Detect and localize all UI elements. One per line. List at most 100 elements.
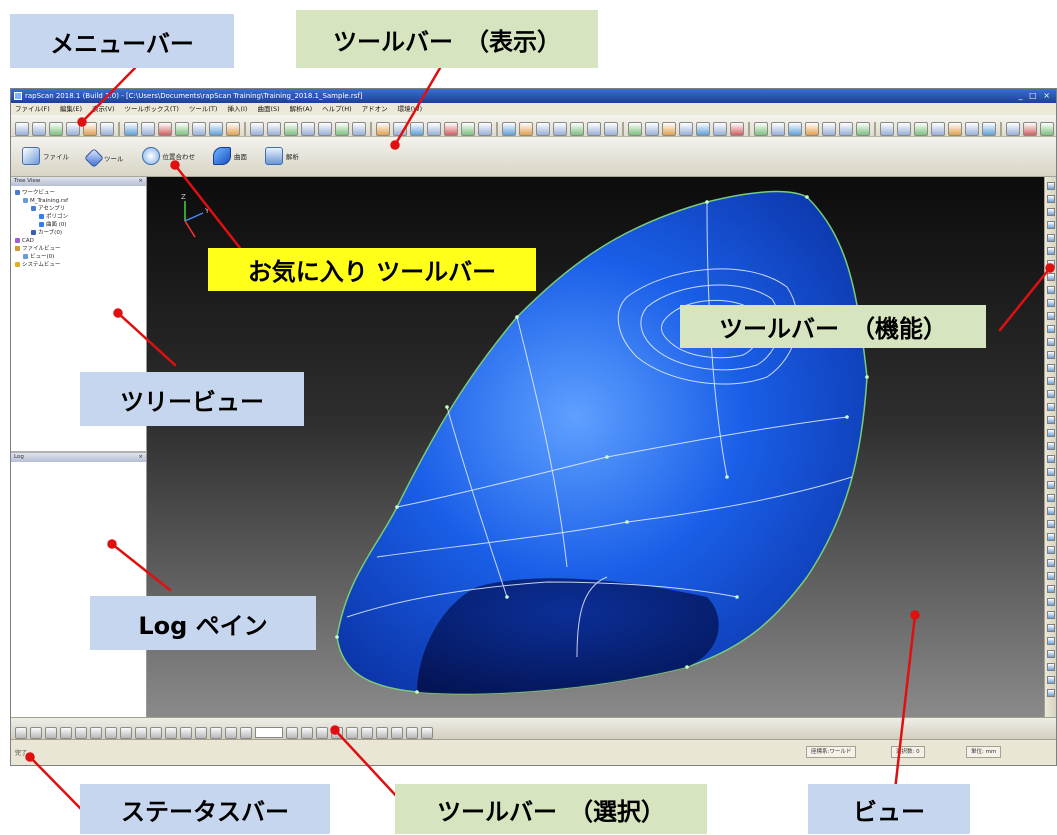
function-tool-icon[interactable] — [1046, 533, 1055, 541]
tree-item[interactable]: ポリゴン — [13, 213, 144, 221]
view-tool-icon[interactable] — [478, 121, 492, 136]
function-tool-icon[interactable] — [1046, 221, 1055, 229]
function-tool-icon[interactable] — [1046, 312, 1055, 320]
selection-tool-icon[interactable] — [286, 726, 298, 739]
close-icon[interactable]: × — [138, 453, 143, 462]
function-tool-icon[interactable] — [1046, 611, 1055, 619]
view-tool-icon[interactable] — [662, 121, 676, 136]
function-tool-icon[interactable] — [1046, 182, 1055, 190]
function-tool-icon[interactable] — [1046, 468, 1055, 476]
selection-tool-icon[interactable] — [30, 726, 42, 739]
function-tool-icon[interactable] — [1046, 416, 1055, 424]
function-tool-icon[interactable] — [1046, 247, 1055, 255]
function-tool-icon[interactable] — [1046, 598, 1055, 606]
selection-tool-icon[interactable] — [15, 726, 27, 739]
selection-tool-icon[interactable] — [45, 726, 57, 739]
view-tool-icon[interactable] — [124, 121, 138, 136]
function-tool-icon[interactable] — [1046, 299, 1055, 307]
function-tool-icon[interactable] — [1046, 338, 1055, 346]
function-tool-icon[interactable] — [1046, 325, 1055, 333]
function-tool-icon[interactable] — [1046, 234, 1055, 242]
view-tool-icon[interactable] — [570, 121, 584, 136]
tree-item[interactable]: カーブ(0) — [13, 229, 144, 237]
view-tool-icon[interactable] — [301, 121, 315, 136]
function-tool-icon[interactable] — [1046, 429, 1055, 437]
view-tool-icon[interactable] — [771, 121, 785, 136]
view-tool-icon[interactable] — [267, 121, 281, 136]
view-tool-icon[interactable] — [730, 121, 744, 136]
favorite-button[interactable]: 位置合わせ — [135, 143, 203, 169]
view-tool-icon[interactable] — [628, 121, 642, 136]
view-tool-icon[interactable] — [175, 121, 189, 136]
function-tool-icon[interactable] — [1046, 351, 1055, 359]
tree-item[interactable]: 曲面 (0) — [13, 221, 144, 229]
function-tool-icon[interactable] — [1046, 507, 1055, 515]
view-tool-icon[interactable] — [679, 121, 693, 136]
function-tool-icon[interactable] — [1046, 195, 1055, 203]
function-tool-icon[interactable] — [1046, 494, 1055, 502]
selection-tool-icon[interactable] — [301, 726, 313, 739]
view-tool-icon[interactable] — [1023, 121, 1037, 136]
favorite-button[interactable]: ファイル — [15, 143, 76, 169]
selection-tool-icon[interactable] — [361, 726, 373, 739]
selection-tool-icon[interactable] — [210, 726, 222, 739]
function-tool-icon[interactable] — [1046, 442, 1055, 450]
view-tool-icon[interactable] — [284, 121, 298, 136]
function-tool-icon[interactable] — [1046, 624, 1055, 632]
favorite-button[interactable]: ツール — [80, 145, 131, 171]
view-tool-icon[interactable] — [15, 121, 29, 136]
selection-tool-icon[interactable] — [120, 726, 132, 739]
selection-tool-icon[interactable] — [195, 726, 207, 739]
function-tool-icon[interactable] — [1046, 637, 1055, 645]
tree-item[interactable]: ビュー(0) — [13, 253, 144, 261]
function-tool-icon[interactable] — [1046, 390, 1055, 398]
function-tool-icon[interactable] — [1046, 273, 1055, 281]
view-tool-icon[interactable] — [1006, 121, 1020, 136]
view-tool-icon[interactable] — [805, 121, 819, 136]
view-tool-icon[interactable] — [410, 121, 424, 136]
function-tool-icon[interactable] — [1046, 455, 1055, 463]
favorite-button[interactable]: 曲面 — [206, 143, 254, 169]
function-tool-icon[interactable] — [1046, 572, 1055, 580]
selection-tool-icon[interactable] — [225, 726, 237, 739]
selection-tool-icon[interactable] — [346, 726, 358, 739]
view-tool-icon[interactable] — [49, 121, 63, 136]
window-controls[interactable]: _ □ × — [1019, 89, 1052, 103]
function-tool-icon[interactable] — [1046, 377, 1055, 385]
view-tool-icon[interactable] — [897, 121, 911, 136]
function-tool-icon[interactable] — [1046, 260, 1055, 268]
view-tool-icon[interactable] — [376, 121, 390, 136]
selection-tool-icon[interactable] — [150, 726, 162, 739]
view-tool-icon[interactable] — [696, 121, 710, 136]
menu-item[interactable]: 解析(A) — [290, 105, 313, 113]
view-tool-icon[interactable] — [880, 121, 894, 136]
tree-item[interactable]: アセンブリ — [13, 205, 144, 213]
function-tool-icon[interactable] — [1046, 676, 1055, 684]
tree-item[interactable]: M_Training.rsf — [13, 197, 144, 205]
function-tool-icon[interactable] — [1046, 546, 1055, 554]
selection-tool-icon[interactable] — [421, 726, 433, 739]
selection-tool-icon[interactable] — [331, 726, 343, 739]
view-tool-icon[interactable] — [931, 121, 945, 136]
selection-tool-icon[interactable] — [75, 726, 87, 739]
tree-item[interactable]: CAD — [13, 237, 144, 245]
selection-tool-icon[interactable] — [165, 726, 177, 739]
view-tool-icon[interactable] — [158, 121, 172, 136]
close-icon[interactable]: × — [138, 177, 143, 186]
view-tool-icon[interactable] — [948, 121, 962, 136]
view-tool-icon[interactable] — [645, 121, 659, 136]
menu-item[interactable]: 挿入(I) — [227, 105, 247, 113]
view-tool-icon[interactable] — [32, 121, 46, 136]
function-tool-icon[interactable] — [1046, 481, 1055, 489]
menu-item[interactable]: ファイル(F) — [15, 105, 50, 113]
view-tool-icon[interactable] — [839, 121, 853, 136]
view-tool-icon[interactable] — [461, 121, 475, 136]
function-tool-icon[interactable] — [1046, 364, 1055, 372]
view-tool-icon[interactable] — [192, 121, 206, 136]
view-tool-icon[interactable] — [536, 121, 550, 136]
view-tool-icon[interactable] — [519, 121, 533, 136]
function-tool-icon[interactable] — [1046, 559, 1055, 567]
view-tool-icon[interactable] — [141, 121, 155, 136]
menu-item[interactable]: ヘルプ(H) — [322, 105, 351, 113]
view-tool-icon[interactable] — [393, 121, 407, 136]
